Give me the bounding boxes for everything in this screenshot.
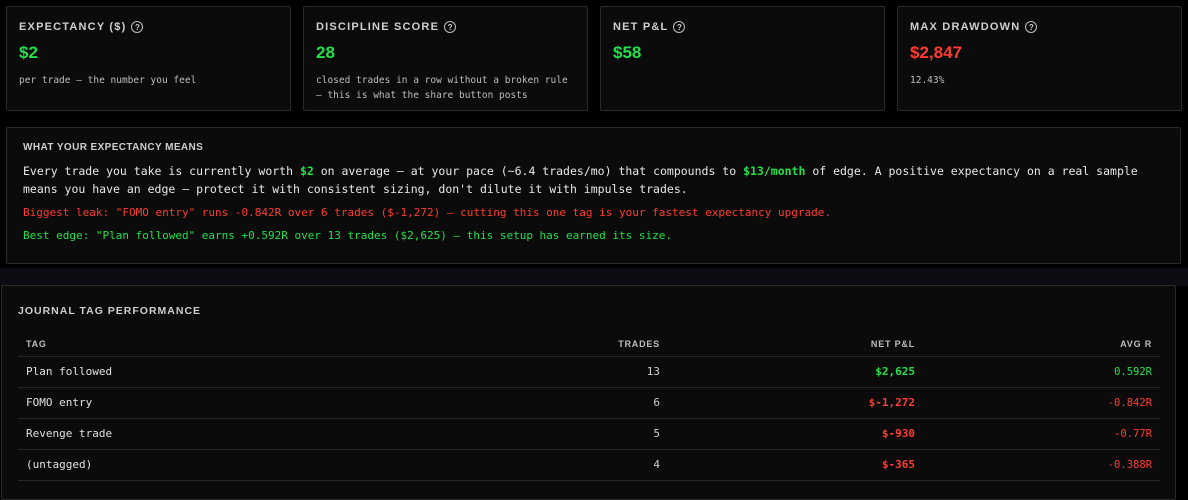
net-pnl: $-1,272 [668,387,923,419]
stat-subtext: per trade — the number you feel [19,75,197,86]
table-header-row: TAG TRADES NET P&L AVG R [18,333,1160,357]
column-header-net-pnl[interactable]: NET P&L [668,333,923,357]
stat-value: 28 [316,43,335,62]
column-header-tag[interactable]: TAG [18,333,398,357]
section-divider [0,268,1188,286]
trade-count: 13 [398,356,668,388]
panel-title: WHAT YOUR EXPECTANCY MEANS [23,142,204,153]
avg-r: -0.842R [923,387,1160,419]
panel-title: JOURNAL TAG PERFORMANCE [18,305,202,317]
table-row: Revenge trade 5 $-930 -0.77R [18,418,1160,450]
tag-performance-table: TAG TRADES NET P&L AVG R Plan followed 1… [18,333,1160,481]
tag-name: Plan followed [18,356,398,388]
stat-value: $2,847 [910,43,962,62]
expectancy-explanation: Every trade you take is currently worth … [23,164,1138,196]
column-header-avg-r[interactable]: AVG R [923,333,1160,357]
stat-card-net-pnl: NET P&L? $58 [600,6,885,111]
question-circle-icon[interactable]: ? [444,21,457,33]
stat-subtext: closed trades in a row without a broken … [316,75,568,101]
avg-r: -0.388R [923,449,1160,481]
monthly-edge: $13/month [743,164,806,178]
tag-name: Revenge trade [18,418,398,450]
table-row: FOMO entry 6 $-1,272 -0.842R [18,387,1160,419]
net-pnl: $-930 [668,418,923,450]
expectancy-insight-panel: WHAT YOUR EXPECTANCY MEANS Every trade y… [6,127,1181,264]
journal-tag-performance-panel: JOURNAL TAG PERFORMANCE TAG TRADES NET P… [1,285,1176,500]
question-circle-icon[interactable]: ? [1025,21,1038,33]
net-pnl: $2,625 [668,356,923,388]
stat-value: $2 [19,43,38,62]
stat-card-max-drawdown: MAX DRAWDOWN? $2,847 12.43% [897,6,1182,111]
column-header-trades[interactable]: TRADES [398,333,668,357]
stat-label: DISCIPLINE SCORE [316,21,440,33]
tag-name: (untagged) [18,449,398,481]
best-edge-note: Best edge: "Plan followed" earns +0.592R… [23,229,673,242]
table-row: Plan followed 13 $2,625 0.592R [18,356,1160,388]
stat-value: $58 [613,43,642,62]
avg-r: 0.592R [923,356,1160,388]
avg-r: -0.77R [923,418,1160,450]
stat-label: EXPECTANCY ($) [19,21,127,33]
stat-label: NET P&L [613,21,669,33]
biggest-leak-note: Biggest leak: "FOMO entry" runs -0.842R … [23,206,831,219]
stat-subtext: 12.43% [910,75,945,86]
trade-count: 4 [398,449,668,481]
net-pnl: $-365 [668,449,923,481]
stat-card-expectancy: EXPECTANCY ($)? $2 per trade — the numbe… [6,6,291,111]
stats-row: EXPECTANCY ($)? $2 per trade — the numbe… [6,6,1186,111]
stat-card-discipline-score: DISCIPLINE SCORE? 28 closed trades in a … [303,6,588,111]
tag-name: FOMO entry [18,387,398,419]
question-circle-icon[interactable]: ? [131,21,144,33]
stat-label: MAX DRAWDOWN [910,21,1021,33]
trade-count: 5 [398,418,668,450]
table-row: (untagged) 4 $-365 -0.388R [18,449,1160,481]
trade-count: 6 [398,387,668,419]
expectancy-per-trade: $2 [299,164,314,178]
question-circle-icon[interactable]: ? [673,21,686,33]
